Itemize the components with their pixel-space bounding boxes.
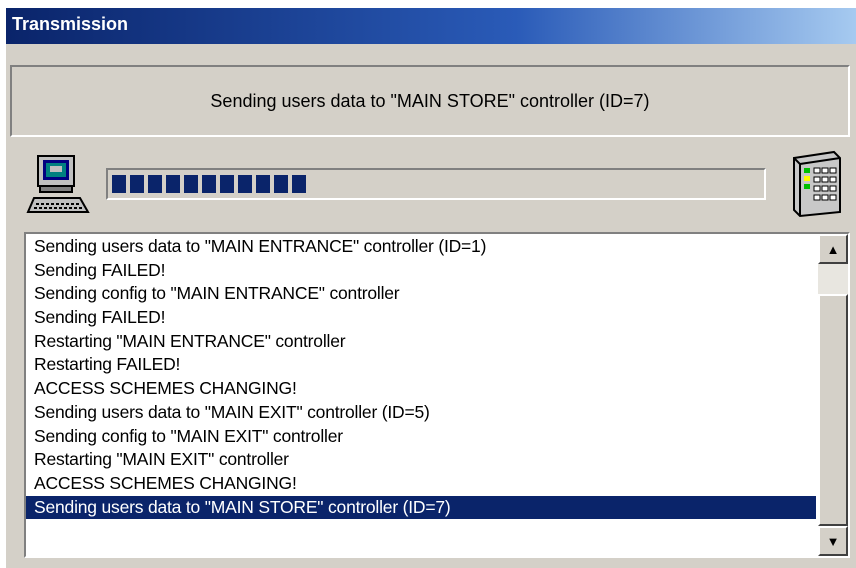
transmission-log-list[interactable]: Sending users data to "MAIN ENTRANCE" co… — [24, 232, 850, 558]
log-item[interactable]: Sending config to "MAIN ENTRANCE" contro… — [26, 282, 816, 306]
window-title: Transmission — [12, 14, 129, 34]
log-item[interactable]: Restarting "MAIN EXIT" controller — [26, 448, 816, 472]
arrow-up-icon: ▲ — [826, 241, 840, 257]
log-item-selected[interactable]: Sending users data to "MAIN STORE" contr… — [26, 495, 816, 520]
transmission-progress-bar — [106, 168, 766, 200]
progress-block — [112, 175, 126, 193]
progress-block — [148, 175, 162, 193]
title-bar[interactable]: Transmission — [6, 8, 856, 44]
controller-keypad-icon — [793, 150, 841, 218]
progress-block — [130, 175, 144, 193]
progress-block — [238, 175, 252, 193]
log-item[interactable]: Sending FAILED! — [26, 259, 816, 283]
transmission-window: Transmission Sending users data to "MAIN… — [6, 8, 856, 568]
log-item[interactable]: Sending users data to "MAIN EXIT" contro… — [26, 401, 816, 425]
log-item[interactable]: Restarting FAILED! — [26, 353, 816, 377]
vertical-scrollbar[interactable]: ▲ ▼ — [818, 234, 848, 556]
scroll-up-button[interactable]: ▲ — [818, 234, 848, 264]
status-panel: Sending users data to "MAIN STORE" contr… — [10, 65, 850, 137]
log-item[interactable]: Restarting "MAIN ENTRANCE" controller — [26, 330, 816, 354]
progress-block — [184, 175, 198, 193]
progress-block — [166, 175, 180, 193]
progress-block — [292, 175, 306, 193]
progress-block — [274, 175, 288, 193]
log-item[interactable]: Sending config to "MAIN EXIT" controller — [26, 425, 816, 449]
progress-block — [202, 175, 216, 193]
progress-block — [220, 175, 234, 193]
arrow-down-icon: ▼ — [826, 533, 840, 549]
log-item[interactable]: ACCESS SCHEMES CHANGING! — [26, 377, 816, 401]
scroll-down-button[interactable]: ▼ — [818, 526, 848, 556]
status-text: Sending users data to "MAIN STORE" contr… — [210, 90, 650, 111]
log-item[interactable]: ACCESS SCHEMES CHANGING! — [26, 472, 816, 496]
progress-fill — [112, 175, 306, 193]
scroll-thumb[interactable] — [818, 294, 848, 526]
computer-icon — [26, 155, 90, 213]
log-items: Sending users data to "MAIN ENTRANCE" co… — [26, 235, 816, 520]
progress-block — [256, 175, 270, 193]
log-item[interactable]: Sending users data to "MAIN ENTRANCE" co… — [26, 235, 816, 259]
log-item[interactable]: Sending FAILED! — [26, 306, 816, 330]
